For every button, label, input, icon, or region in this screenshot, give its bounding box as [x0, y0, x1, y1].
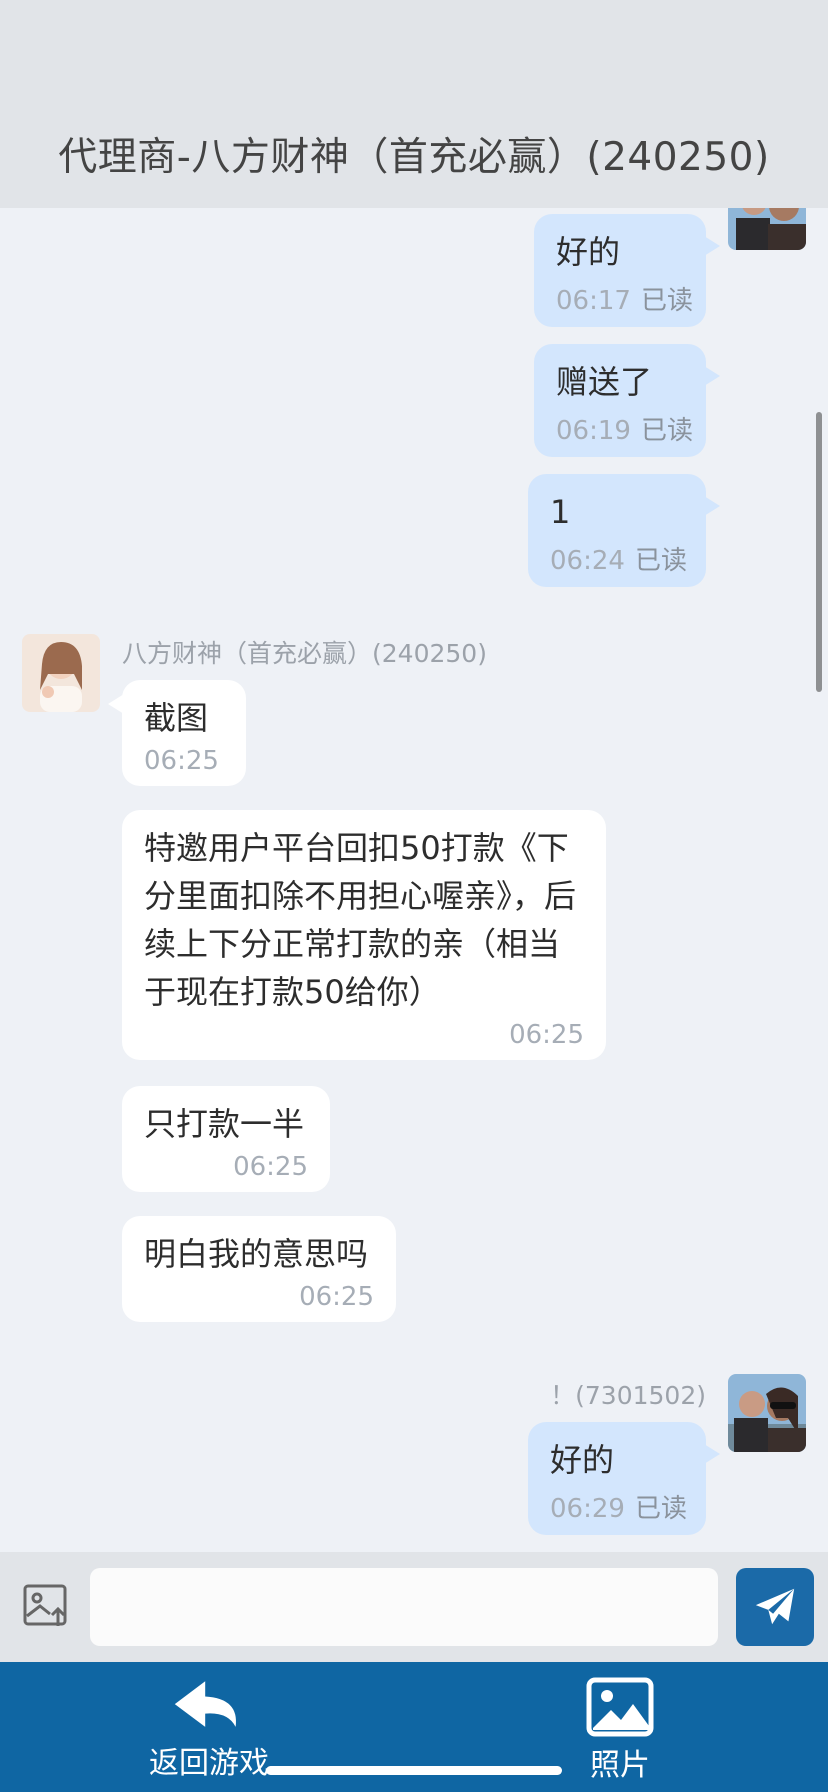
message-text: 特邀用户平台回扣50打款《下分里面扣除不用担心喔亲》，后续上下分正常打款的亲（相…	[144, 829, 577, 1011]
message-text: 只打款一半	[144, 1105, 305, 1143]
outgoing-message[interactable]: 1 06:24 已读	[528, 474, 720, 587]
outgoing-message[interactable]: 赠送了 06:19 已读	[534, 344, 720, 457]
contact-avatar[interactable]	[22, 634, 100, 712]
message-meta: 06:29 已读	[550, 1488, 687, 1525]
message-time: 06:25	[233, 1152, 308, 1182]
message-time: 06:19	[556, 416, 631, 446]
chat-title: 代理商-八方财神（首充必赢）(240250)	[58, 135, 770, 180]
message-input[interactable]	[90, 1568, 718, 1646]
message-meta: 06:17 已读	[556, 280, 693, 317]
photo-button[interactable]: 照片	[576, 1676, 664, 1784]
message-time: 06:25	[509, 1020, 584, 1050]
sender-name: ！(7301502)	[550, 1381, 706, 1410]
outgoing-message[interactable]: 好的 06:17 已读	[534, 214, 720, 327]
message-time: 06:24	[550, 546, 625, 576]
photo-icon	[586, 1677, 654, 1737]
incoming-message[interactable]: 明白我的意思吗 06:25	[122, 1216, 396, 1322]
photo-label: 照片	[590, 1748, 650, 1783]
back-arrow-icon	[174, 1681, 236, 1727]
sender-name: 八方财神（首充必赢）(240250)	[122, 639, 487, 668]
message-time: 06:17	[556, 286, 631, 316]
back-to-game-label: 返回游戏	[149, 1746, 269, 1781]
paper-plane-icon	[755, 1588, 795, 1625]
message-text: 1	[550, 493, 571, 531]
message-time: 06:29	[550, 1494, 625, 1524]
back-to-game-button[interactable]: 返回游戏	[149, 1676, 269, 1782]
message-time: 06:25	[299, 1282, 374, 1312]
read-status: 已读	[640, 286, 693, 316]
incoming-message[interactable]: 只打款一半 06:25	[122, 1086, 330, 1192]
message-meta: 06:19 已读	[556, 410, 693, 447]
message-meta: 06:24 已读	[550, 540, 687, 577]
message-text: 明白我的意思吗	[144, 1235, 369, 1273]
scrollbar[interactable]	[816, 412, 822, 692]
incoming-message[interactable]: 截图 06:25	[108, 680, 246, 786]
message-text: 好的	[556, 233, 621, 271]
image-upload-icon[interactable]	[22, 1582, 70, 1630]
message-time: 06:25	[144, 746, 219, 776]
read-status: 已读	[634, 1494, 687, 1524]
chat-header: 代理商-八方财神（首充必赢）(240250)	[0, 0, 828, 208]
read-status: 已读	[640, 416, 693, 446]
message-text: 好的	[550, 1441, 615, 1479]
self-avatar[interactable]	[728, 208, 806, 250]
input-bar	[0, 1552, 828, 1662]
outgoing-message[interactable]: 好的 06:29 已读	[528, 1422, 720, 1535]
home-indicator[interactable]	[266, 1766, 562, 1775]
message-list[interactable]: 好的 06:17 已读 赠送了 06:19 已读 1 06:24 已读 八方财神（首充…	[0, 208, 828, 1552]
incoming-message[interactable]: 特邀用户平台回扣50打款《下分里面扣除不用担心喔亲》，后续上下分正常打款的亲（相…	[122, 810, 606, 1060]
message-text: 赠送了	[556, 363, 653, 401]
read-status: 已读	[634, 546, 687, 576]
send-button[interactable]	[736, 1568, 814, 1646]
self-avatar[interactable]	[728, 1374, 806, 1452]
message-text: 截图	[144, 699, 209, 737]
